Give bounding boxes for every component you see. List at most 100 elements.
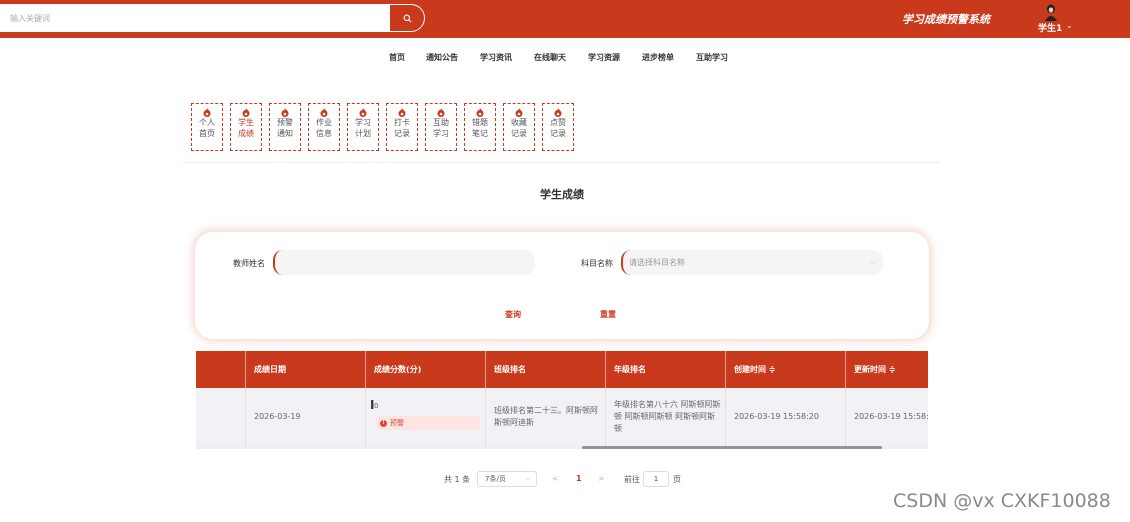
flame-icon [359,108,367,117]
table-row[interactable]: 2026-03-19 I 0 ! 预警 班级排名第二十三。阿斯顿阿斯顿阿迪斯 年… [196,388,928,446]
goto-label: 前往 [624,475,640,484]
tile-label: 预警 [277,118,293,127]
score-value: 0 [374,402,379,410]
reset-button[interactable]: 重置 [600,309,616,320]
next-page-button[interactable]: > [598,474,605,490]
tile-label: 笔记 [472,129,488,138]
col-header-class-rank[interactable]: 班级排名 [486,351,606,388]
avatar[interactable] [1042,3,1060,21]
prev-page-button[interactable]: < [552,474,559,490]
scrollbar-thumb[interactable] [582,446,882,449]
col-header-date[interactable]: 成绩日期 [246,351,366,388]
warning-text: 预警 [390,419,404,427]
tile-label: 记录 [511,129,527,138]
flame-icon [398,108,406,117]
tile-label: 点赞 [550,118,566,127]
row-spacer [196,388,246,446]
teacher-name-input[interactable] [273,250,535,275]
nav-item-home[interactable]: 首页 [389,52,405,63]
flame-icon [476,108,484,117]
page-size-select[interactable]: 7条/页 ⌵ [477,471,537,487]
flame-icon [320,108,328,117]
cell-class-rank: 班级排名第二十三。阿斯顿阿斯顿阿迪斯 [486,388,606,446]
tile-label: 记录 [394,129,410,138]
col-header-created[interactable]: 创建时间 ≑ [726,351,846,388]
cell-created: 2026-03-19 15:58:20 [726,388,846,446]
tile-label: 错题 [472,118,488,127]
system-title: 学习成绩预警系统 [902,13,990,26]
nav-item-chat[interactable]: 在线聊天 [534,52,566,63]
tile-warning-notice[interactable]: 预警 通知 [269,103,301,151]
tile-favorites[interactable]: 收藏 记录 [503,103,535,151]
tile-label: 通知 [277,129,293,138]
nav-item-mutual-help[interactable]: 互助学习 [696,52,728,63]
tile-label: 学习 [355,118,371,127]
scores-table: 成绩日期 成绩分数(分) 班级排名 年级排名 创建时间 ≑ 更新时间 ≑ 202… [196,351,928,449]
page-number-current[interactable]: 1 [576,474,582,490]
user-name[interactable]: 学生1 [1038,21,1062,34]
search-icon [403,14,411,22]
search-button[interactable] [389,4,425,32]
tile-student-scores[interactable]: 学生 成绩 [230,103,262,151]
query-button[interactable]: 查询 [505,309,521,320]
flame-icon [515,108,523,117]
cell-grade-rank: 年级排名第八十六 阿斯顿阿斯顿 阿斯顿阿斯顿 阿斯顿阿斯顿 [606,388,726,446]
tile-homework-info[interactable]: 作业 信息 [308,103,340,151]
tile-label: 成绩 [238,129,254,138]
subject-placeholder: 请选择科目名称 [629,258,685,267]
tile-label: 首页 [199,129,215,138]
chevron-down-icon[interactable]: ⌄ [1066,21,1073,30]
tile-likes[interactable]: 点赞 记录 [542,103,574,151]
subject-name-label: 科目名称 [581,259,613,268]
flame-icon [554,108,562,117]
nav-item-notices[interactable]: 通知公告 [426,52,458,63]
horizontal-scrollbar[interactable] [196,446,928,449]
pagination-total: 共 1 条 [444,475,471,484]
goto-page-input[interactable]: 1 [643,471,669,487]
nav-item-resources[interactable]: 学习资源 [588,52,620,63]
flame-icon [203,108,211,117]
table-header-spacer [196,351,246,388]
tile-mutual-help[interactable]: 互助 学习 [425,103,457,151]
teacher-name-label: 教师姓名 [233,259,265,268]
table-header: 成绩日期 成绩分数(分) 班级排名 年级排名 创建时间 ≑ 更新时间 ≑ [196,351,928,388]
search-input[interactable] [0,4,392,32]
tile-label: 记录 [550,129,566,138]
page-size-value: 7条/页 [485,475,506,483]
watermark: CSDN @vx CXKF10088 [893,490,1111,512]
cell-updated: 2026-03-19 15:58:20 [846,388,928,446]
tile-label: 信息 [316,129,332,138]
col-header-updated[interactable]: 更新时间 ≑ [846,351,928,388]
tile-checkin-records[interactable]: 打卡 记录 [386,103,418,151]
cell-score: I 0 ! 预警 [366,388,486,446]
flame-icon [242,108,250,117]
tile-label: 打卡 [394,118,410,127]
page-title: 学生成绩 [540,188,584,201]
nav-item-news[interactable]: 学习资讯 [480,52,512,63]
chevron-down-icon: ⌵ [525,475,530,482]
top-bar: 学习成绩预警系统 学生1 ⌄ [0,0,1130,38]
tile-study-plan[interactable]: 学习 计划 [347,103,379,151]
subject-name-select[interactable]: 请选择科目名称 ⌵ [621,250,883,275]
flame-icon [437,108,445,117]
chevron-down-icon: ⌵ [869,258,875,266]
tile-personal-home[interactable]: 个人 首页 [191,103,223,151]
tile-label: 收藏 [511,118,527,127]
tile-label: 互助 [433,118,449,127]
tile-label: 个人 [199,118,215,127]
page-unit-label: 页 [673,475,681,484]
col-header-grade-rank[interactable]: 年级排名 [606,351,726,388]
tile-mistake-notes[interactable]: 错题 笔记 [464,103,496,151]
alert-icon: ! [380,419,387,427]
tile-label: 学生 [238,118,254,127]
tile-label: 计划 [355,129,371,138]
warning-badge: ! 预警 [376,416,480,430]
tile-label: 作业 [316,118,332,127]
divider [183,162,940,163]
flame-icon [281,108,289,117]
tile-label: 学习 [433,129,449,138]
col-header-score[interactable]: 成绩分数(分) [366,351,486,388]
nav-item-progress[interactable]: 进步榜单 [642,52,674,63]
cell-date: 2026-03-19 [246,388,366,446]
search-form: 教师姓名 科目名称 请选择科目名称 ⌵ 查询 重置 [195,232,929,339]
